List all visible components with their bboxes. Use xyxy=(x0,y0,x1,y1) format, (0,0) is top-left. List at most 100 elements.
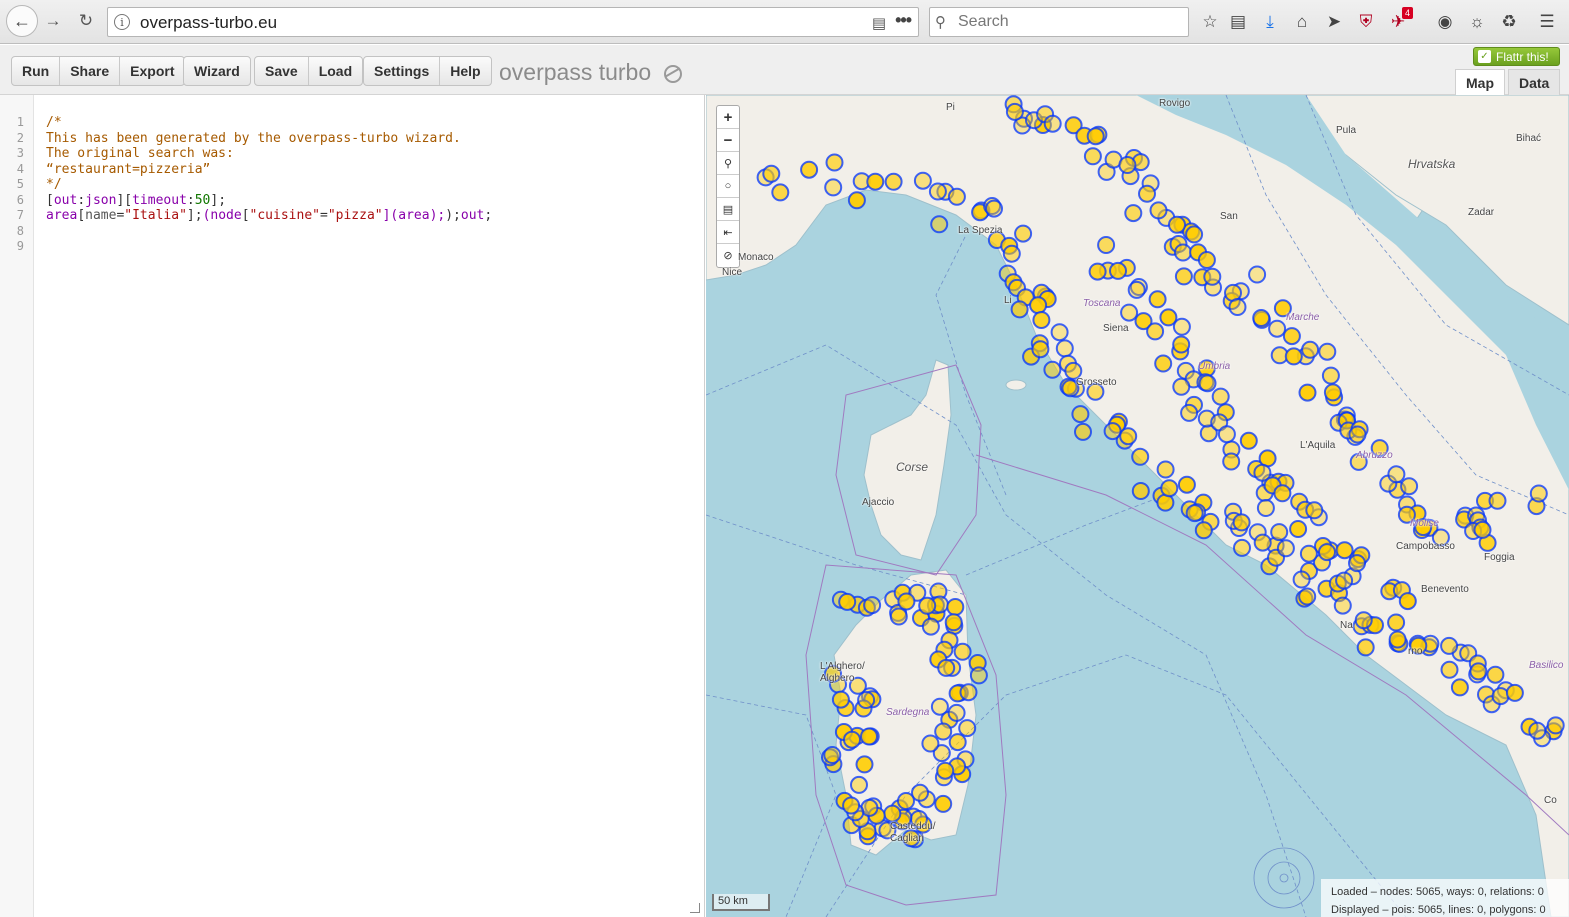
poi-marker[interactable] xyxy=(1388,630,1407,649)
poi-marker[interactable] xyxy=(953,642,972,661)
poi-marker[interactable] xyxy=(934,722,953,741)
bookmark-star-icon[interactable]: ☆ xyxy=(1199,11,1221,33)
map-search-icon[interactable]: ⚲ xyxy=(717,152,739,175)
run-button[interactable]: Run xyxy=(12,57,61,85)
poi-marker[interactable] xyxy=(823,746,842,764)
poi-marker[interactable] xyxy=(1440,636,1459,655)
forward-button[interactable]: → xyxy=(42,10,64,32)
poi-marker[interactable] xyxy=(1211,387,1230,406)
poi-marker[interactable] xyxy=(1299,544,1318,563)
poi-marker[interactable] xyxy=(1348,425,1367,444)
poi-marker[interactable] xyxy=(1301,340,1320,359)
poi-marker[interactable] xyxy=(1185,225,1204,244)
zoom-in-button[interactable]: + xyxy=(717,106,739,129)
code-line[interactable]: [out:json][timeout:50]; xyxy=(46,193,226,208)
poi-marker[interactable] xyxy=(889,607,908,626)
poi-marker[interactable] xyxy=(863,596,882,615)
poi-marker[interactable] xyxy=(831,690,850,709)
search-input[interactable] xyxy=(956,11,1181,33)
poi-marker[interactable] xyxy=(1387,465,1406,484)
code-line[interactable]: This has been generated by the overpass-… xyxy=(46,131,461,146)
poi-marker[interactable] xyxy=(842,796,861,815)
poi-marker[interactable] xyxy=(1282,327,1301,346)
poi-marker[interactable] xyxy=(843,730,861,749)
poi-marker[interactable] xyxy=(1335,571,1354,590)
poi-marker[interactable] xyxy=(1318,342,1337,361)
poi-marker[interactable] xyxy=(1222,452,1241,471)
poi-marker[interactable] xyxy=(884,172,903,191)
poi-marker[interactable] xyxy=(1197,251,1216,269)
poi-marker[interactable] xyxy=(850,775,868,794)
locate-icon[interactable]: ○ xyxy=(717,175,739,198)
flattr-button[interactable]: ✓ Flattr this! xyxy=(1473,47,1560,66)
poi-marker[interactable] xyxy=(1055,339,1074,358)
poi-marker[interactable] xyxy=(1086,127,1105,146)
menu-icon[interactable]: ☰ xyxy=(1536,11,1558,33)
code-line[interactable]: /* xyxy=(46,115,62,130)
poi-marker[interactable] xyxy=(1131,447,1150,466)
poi-marker[interactable] xyxy=(1469,662,1488,681)
poi-marker[interactable] xyxy=(1103,422,1122,441)
poi-marker[interactable] xyxy=(1252,309,1271,327)
tab-data[interactable]: Data xyxy=(1508,69,1561,95)
poi-marker[interactable] xyxy=(883,804,902,823)
poi-marker[interactable] xyxy=(1529,484,1548,503)
poi-marker[interactable] xyxy=(1528,721,1547,740)
home-icon[interactable]: ⌂ xyxy=(1291,11,1313,33)
save-button[interactable]: Save xyxy=(255,57,309,85)
poi-marker[interactable] xyxy=(1083,147,1102,166)
zoom-out-button[interactable]: − xyxy=(717,129,739,152)
poi-marker[interactable] xyxy=(928,182,947,201)
poi-marker[interactable] xyxy=(1440,660,1459,679)
poi-marker[interactable] xyxy=(934,794,953,813)
poi-marker[interactable] xyxy=(1321,366,1340,385)
poi-marker[interactable] xyxy=(1232,513,1251,532)
mask-icon[interactable]: ◉ xyxy=(1434,11,1456,33)
code-line[interactable]: The original search was: xyxy=(46,146,234,161)
poi-marker[interactable] xyxy=(897,592,916,611)
poi-marker[interactable] xyxy=(1198,374,1217,393)
poi-marker[interactable] xyxy=(1488,491,1507,510)
poi-marker[interactable] xyxy=(936,761,955,780)
poi-marker[interactable] xyxy=(771,183,790,202)
poi-marker[interactable] xyxy=(1138,184,1156,203)
page-actions-icon[interactable]: ••• xyxy=(895,10,912,31)
poi-marker[interactable] xyxy=(1014,224,1033,243)
poi-marker[interactable] xyxy=(1486,665,1505,684)
poi-marker[interactable] xyxy=(947,703,966,722)
translate-icon[interactable]: ♻ xyxy=(1498,11,1520,33)
poi-marker[interactable] xyxy=(1248,265,1267,284)
code-line[interactable]: “restaurant=pizzeria” xyxy=(46,162,210,177)
poi-marker[interactable] xyxy=(1185,504,1204,523)
poi-marker[interactable] xyxy=(948,733,967,752)
url-text[interactable]: overpass-turbo.eu xyxy=(140,13,277,33)
poi-marker[interactable] xyxy=(1284,347,1303,366)
url-bar[interactable]: i overpass-turbo.eu ▤ ••• xyxy=(107,7,919,37)
site-info-icon[interactable]: i xyxy=(114,14,130,30)
zoom-to-data-icon[interactable]: ⇤ xyxy=(717,221,739,244)
poi-marker[interactable] xyxy=(1505,683,1524,702)
poi-marker[interactable] xyxy=(985,199,1003,218)
poi-marker[interactable] xyxy=(1217,425,1236,444)
poi-marker[interactable] xyxy=(1256,499,1275,517)
back-button[interactable]: ← xyxy=(6,5,38,37)
poi-marker[interactable] xyxy=(1010,300,1029,319)
poi-marker[interactable] xyxy=(1233,538,1251,557)
poi-marker[interactable] xyxy=(855,755,874,774)
poi-marker[interactable] xyxy=(1228,298,1247,316)
reading-list-icon[interactable]: ▤ xyxy=(1227,11,1249,33)
poi-marker[interactable] xyxy=(1239,431,1258,450)
poi-marker[interactable] xyxy=(1305,501,1324,520)
poi-marker[interactable] xyxy=(1118,156,1137,174)
poi-marker[interactable] xyxy=(930,215,949,234)
poi-marker[interactable] xyxy=(1180,403,1199,422)
poi-marker[interactable] xyxy=(1097,236,1116,254)
reader-view-icon[interactable]: ▤ xyxy=(872,14,886,32)
poi-marker[interactable] xyxy=(800,160,819,179)
search-bar[interactable]: ⚲ xyxy=(929,7,1189,37)
poi-marker[interactable] xyxy=(1005,102,1024,121)
settings-button[interactable]: Settings xyxy=(364,57,441,85)
poi-marker[interactable] xyxy=(1071,405,1090,424)
reload-button[interactable]: ↻ xyxy=(75,10,97,32)
editor-resize-handle[interactable] xyxy=(690,903,700,913)
